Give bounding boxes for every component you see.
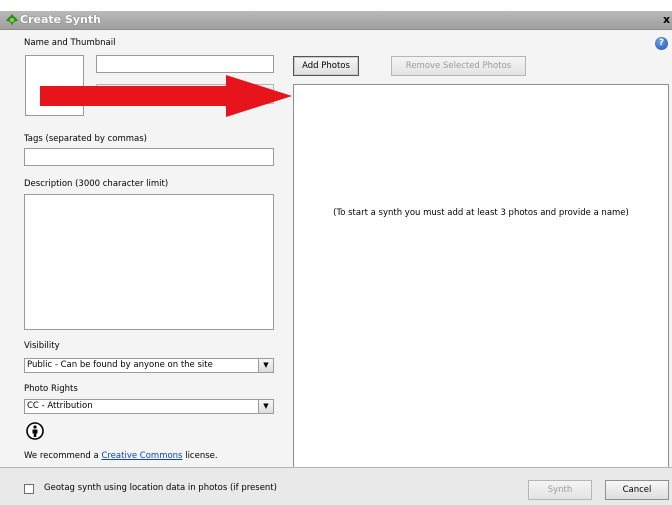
- visibility-select[interactable]: Public - Can be found by anyone on the s…: [24, 358, 274, 373]
- chevron-down-icon: ▼: [258, 359, 273, 372]
- creative-commons-link[interactable]: Creative Commons: [101, 451, 182, 461]
- description-textarea[interactable]: [24, 194, 274, 330]
- tags-input[interactable]: [24, 148, 274, 166]
- remove-selected-photos-button[interactable]: Remove Selected Photos: [391, 56, 526, 76]
- photo-rights-label: Photo Rights: [24, 384, 78, 394]
- geotag-label: Geotag synth using location data in phot…: [44, 483, 277, 493]
- recommend-suffix: license.: [182, 451, 218, 461]
- top-strip: [0, 0, 672, 11]
- title-bar[interactable]: Create Synth x: [0, 11, 672, 30]
- geotag-checkbox[interactable]: [24, 484, 34, 494]
- leaf-icon: [6, 14, 18, 26]
- use-selected-photo-button[interactable]: Use Selected Photo: [96, 84, 274, 104]
- empty-photos-message: (To start a synth you must add at least …: [333, 208, 629, 218]
- help-icon[interactable]: ?: [655, 37, 668, 50]
- visibility-label: Visibility: [24, 341, 60, 351]
- name-section-label: Name and Thumbnail: [24, 38, 116, 48]
- license-recommendation: We recommend a Creative Commons license.: [24, 451, 218, 461]
- dialog-body: Name and Thumbnail ? Use Selected Photo …: [0, 30, 672, 505]
- thumbnail-box: [25, 55, 84, 116]
- recommend-prefix: We recommend a: [24, 451, 102, 461]
- create-synth-window: Create Synth x Name and Thumbnail ? Use …: [0, 0, 672, 505]
- close-button[interactable]: x: [663, 13, 670, 26]
- chevron-down-icon: ▼: [258, 400, 273, 413]
- photo-drop-area[interactable]: (To start a synth you must add at least …: [293, 84, 669, 470]
- visibility-value: Public - Can be found by anyone on the s…: [27, 360, 213, 370]
- cancel-button[interactable]: Cancel: [605, 480, 669, 500]
- synth-button[interactable]: Synth: [528, 480, 592, 500]
- cc-attribution-icon: [26, 422, 44, 440]
- synth-name-input[interactable]: [96, 55, 274, 73]
- photo-rights-select[interactable]: CC - Attribution ▼: [24, 399, 274, 414]
- tags-label: Tags (separated by commas): [24, 134, 147, 144]
- window-title: Create Synth: [20, 13, 101, 26]
- footer-bar: Geotag synth using location data in phot…: [0, 467, 672, 505]
- description-label: Description (3000 character limit): [24, 179, 169, 189]
- add-photos-button[interactable]: Add Photos: [293, 56, 359, 76]
- photo-rights-value: CC - Attribution: [27, 401, 93, 411]
